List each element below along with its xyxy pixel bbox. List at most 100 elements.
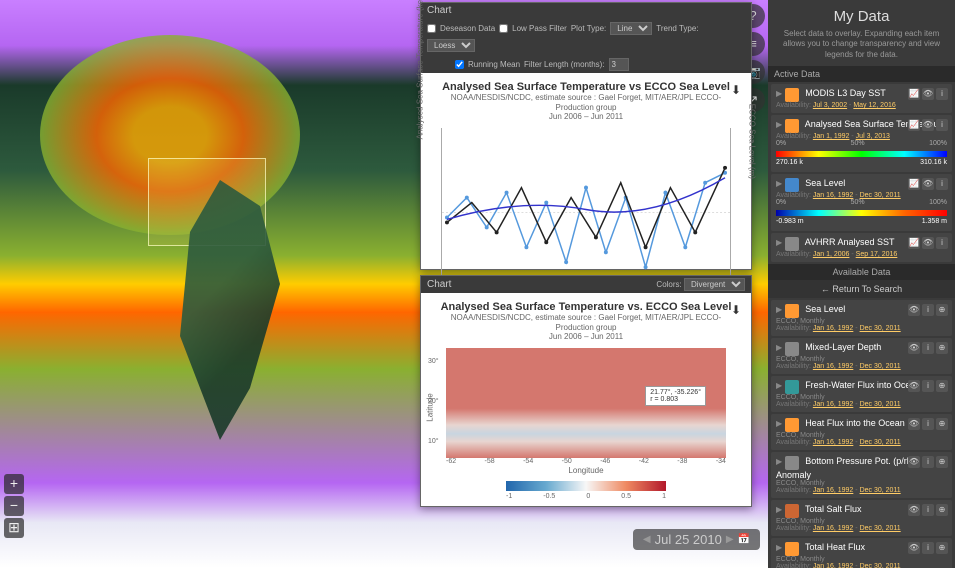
layer-subtitle: ECCO, Monthly	[776, 356, 947, 363]
expand-arrow-icon[interactable]: ▶	[776, 238, 782, 247]
data-layer-item[interactable]: ▶ Bottom Pressure Pot. (p/rho) Anomaly E…	[771, 452, 952, 498]
active-data-header: Active Data	[768, 66, 955, 82]
data-layer-item[interactable]: ▶ MODIS L3 Day SST Availability: Jul 3, …	[771, 84, 952, 113]
filter-length-input[interactable]	[609, 58, 629, 71]
zoom-out-button[interactable]: −	[4, 496, 24, 516]
add-icon[interactable]: ⊕	[936, 504, 948, 516]
info-icon[interactable]: i	[922, 304, 934, 316]
info-icon[interactable]: i	[922, 418, 934, 430]
data-layer-item[interactable]: ▶ Analysed Sea Surface Temperature Avail…	[771, 115, 952, 172]
data-layer-item[interactable]: ▶ AVHRR Analysed SST Availability: Jan 1…	[771, 233, 952, 262]
data-layer-item[interactable]: ▶ Total Heat Flux ECCO, Monthly Availabi…	[771, 538, 952, 568]
visibility-icon[interactable]: 👁	[922, 88, 934, 100]
chart-icon[interactable]: 📈	[908, 237, 920, 249]
expand-arrow-icon[interactable]: ▶	[776, 381, 782, 390]
sidebar: My Data Select data to overlay. Expandin…	[768, 0, 955, 568]
visibility-icon[interactable]: 👁	[922, 119, 934, 131]
color-gradient	[776, 210, 947, 216]
layer-availability: Availability: Jan 1, 1992 - Jul 3, 2013	[776, 133, 947, 140]
trend-type-select[interactable]: Loess	[427, 39, 475, 52]
add-icon[interactable]: ⊕	[936, 542, 948, 554]
info-icon[interactable]: i	[936, 119, 948, 131]
expand-arrow-icon[interactable]: ▶	[776, 543, 782, 552]
add-icon[interactable]: ⊕	[936, 418, 948, 430]
heatmap-plot: Latitude 30° 20° 10° 21.77°, -35.226°r =…	[446, 348, 726, 458]
chart-icon[interactable]: 📈	[908, 119, 920, 131]
running-mean-checkbox[interactable]	[455, 58, 464, 71]
available-data-header: Available Data	[768, 264, 955, 280]
expand-arrow-icon[interactable]: ▶	[776, 179, 782, 188]
chart-icon[interactable]: 📈	[908, 178, 920, 190]
info-icon[interactable]: i	[922, 342, 934, 354]
calendar-icon[interactable]: 📅	[738, 534, 750, 545]
chart-panel-timeseries: Chart Deseason Data Low Pass Filter Plot…	[420, 2, 752, 270]
info-icon[interactable]: i	[922, 380, 934, 392]
panel1-tab: Chart	[427, 5, 451, 16]
expand-arrow-icon[interactable]: ▶	[776, 305, 782, 314]
add-icon[interactable]: ⊕	[936, 304, 948, 316]
heatmap-tooltip: 21.77°, -35.226°r = 0.803	[645, 386, 706, 406]
line-chart-svg: 0.4 0.2 0 -0.2 -0.6 0.01 0 -0.01 -0.02	[442, 128, 730, 297]
panel2-body: ⬇ Analysed Sea Surface Temperature vs. E…	[421, 293, 751, 504]
expand-arrow-icon[interactable]: ▶	[776, 343, 782, 352]
layer-availability: Availability: Jan 16, 1992 - Dec 30, 201…	[776, 439, 947, 446]
plot-type-select[interactable]: Line	[610, 22, 652, 35]
y-axis-right-label: ECCO Sea Level (m)	[748, 104, 757, 179]
download-icon[interactable]: ⬇	[731, 83, 741, 97]
layer-swatch-icon	[785, 456, 799, 470]
data-layer-item[interactable]: ▶ Heat Flux into the Ocean ECCO, Monthly…	[771, 414, 952, 450]
visibility-icon[interactable]: 👁	[908, 418, 920, 430]
data-layer-item[interactable]: ▶ Total Salt Flux ECCO, Monthly Availabi…	[771, 500, 952, 536]
visibility-icon[interactable]: 👁	[922, 178, 934, 190]
panel2-header[interactable]: Chart Colors: Divergent	[421, 276, 751, 293]
panel2-sub1: NOAA/NESDIS/NCDC, estimate source : Gael…	[439, 313, 733, 332]
visibility-icon[interactable]: 👁	[908, 304, 920, 316]
colorbar-ticks: -1-0.500.51	[506, 493, 666, 500]
date-prev-icon[interactable]: ◀	[643, 534, 651, 545]
layer-availability: Availability: Jan 16, 1992 - Dec 30, 201…	[776, 525, 947, 532]
visibility-icon[interactable]: 👁	[908, 342, 920, 354]
lowpass-checkbox[interactable]	[499, 22, 508, 35]
expand-arrow-icon[interactable]: ▶	[776, 419, 782, 428]
zoom-in-button[interactable]: +	[4, 474, 24, 494]
data-layer-item[interactable]: ▶ Mixed-Layer Depth ECCO, Monthly Availa…	[771, 338, 952, 374]
expand-arrow-icon[interactable]: ▶	[776, 505, 782, 514]
layer-title: Sea Level	[805, 304, 845, 314]
panel2-sub2: Jun 2006 – Jun 2011	[439, 332, 733, 342]
data-layer-item[interactable]: ▶ Sea Level ECCO, Monthly Availability: …	[771, 300, 952, 336]
date-next-icon[interactable]: ▶	[726, 534, 734, 545]
visibility-icon[interactable]: 👁	[908, 504, 920, 516]
zoom-extent-button[interactable]: ⊞	[4, 518, 24, 538]
info-icon[interactable]: i	[922, 456, 934, 468]
expand-arrow-icon[interactable]: ▶	[776, 89, 782, 98]
expand-arrow-icon[interactable]: ▶	[776, 457, 782, 466]
layer-title: Fresh-Water Flux into Ocean	[805, 380, 920, 390]
download-icon[interactable]: ⬇	[731, 303, 741, 317]
add-icon[interactable]: ⊕	[936, 456, 948, 468]
return-to-search-button[interactable]: ← Return To Search	[768, 280, 955, 298]
info-icon[interactable]: i	[922, 542, 934, 554]
selection-rectangle[interactable]	[148, 158, 266, 246]
chart-icon[interactable]: 📈	[908, 88, 920, 100]
panel2-title: Analysed Sea Surface Temperature vs. ECC…	[439, 301, 733, 313]
add-icon[interactable]: ⊕	[936, 380, 948, 392]
data-layer-item[interactable]: ▶ Fresh-Water Flux into Ocean ECCO, Mont…	[771, 376, 952, 412]
add-icon[interactable]: ⊕	[936, 342, 948, 354]
color-gradient	[776, 151, 947, 157]
layer-swatch-icon	[785, 342, 799, 356]
data-layer-item[interactable]: ▶ Sea Level Availability: Jan 16, 1992 -…	[771, 174, 952, 231]
layer-title: Sea Level	[805, 178, 845, 188]
info-icon[interactable]: i	[936, 237, 948, 249]
visibility-icon[interactable]: 👁	[908, 456, 920, 468]
visibility-icon[interactable]: 👁	[922, 237, 934, 249]
info-icon[interactable]: i	[936, 178, 948, 190]
colors-select[interactable]: Divergent	[684, 278, 745, 291]
visibility-icon[interactable]: 👁	[908, 380, 920, 392]
info-icon[interactable]: i	[922, 504, 934, 516]
deseason-checkbox[interactable]	[427, 22, 436, 35]
date-display[interactable]: ◀ Jul 25 2010 ▶ 📅	[633, 529, 760, 550]
info-icon[interactable]: i	[936, 88, 948, 100]
visibility-icon[interactable]: 👁	[908, 542, 920, 554]
panel1-header[interactable]: Chart Deseason Data Low Pass Filter Plot…	[421, 3, 751, 73]
expand-arrow-icon[interactable]: ▶	[776, 120, 782, 129]
